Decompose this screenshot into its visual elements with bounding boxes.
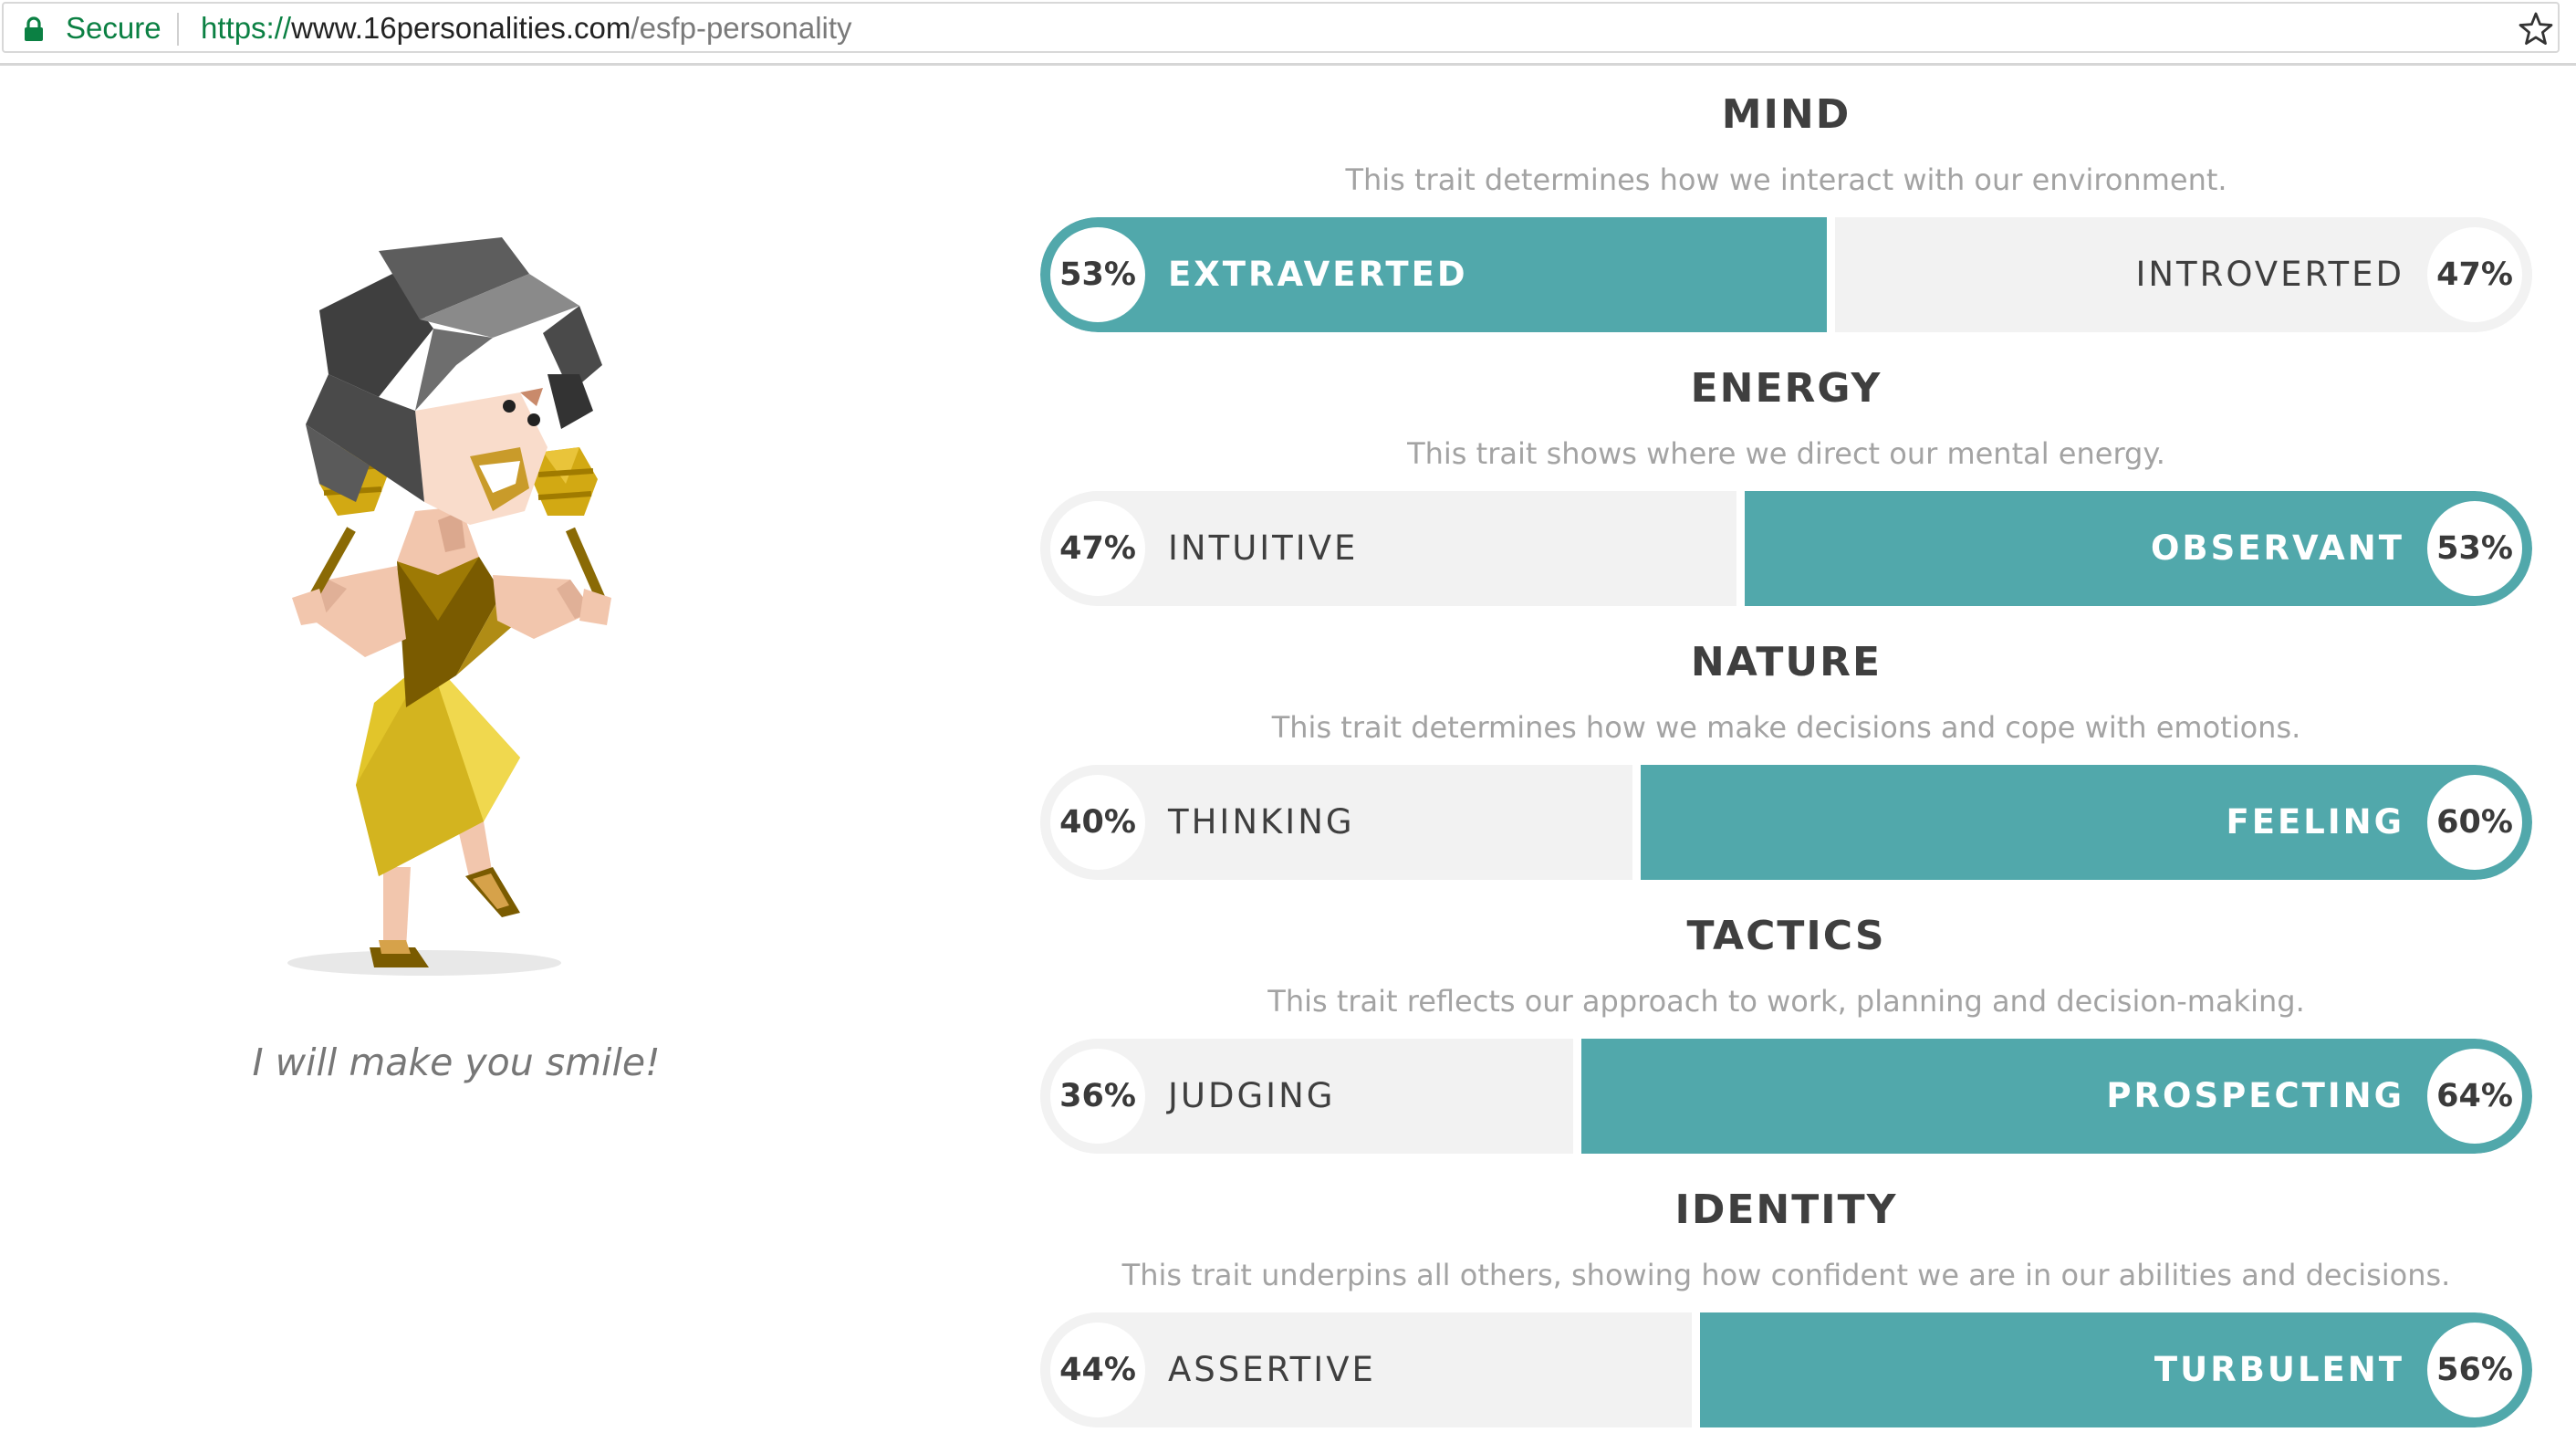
omnibox[interactable]: Secure https://www.16personalities.com/e… (2, 2, 2560, 53)
segment-divider (1573, 1039, 1581, 1154)
trait-description: This trait shows where we direct our men… (1407, 436, 2165, 471)
segment-divider (1736, 491, 1745, 606)
right-percent-badge: 60% (2427, 775, 2522, 870)
trait-description: This trait determines how we interact wi… (1345, 162, 2227, 197)
trait-title: MIND (1721, 91, 1851, 138)
left-trait-label: JUDGING (1168, 1076, 1336, 1115)
left-trait-label: INTUITIVE (1168, 528, 1359, 568)
trait-title: TACTICS (1686, 913, 1886, 959)
trait-bar[interactable]: 47% INTUITIVE OBSERVANT 53% (1040, 491, 2532, 606)
trait-title: ENERGY (1690, 365, 1882, 412)
trait-mind: MIND This trait determines how we intera… (1040, 91, 2537, 365)
trait-title: NATURE (1690, 639, 1882, 685)
address-separator (177, 13, 179, 46)
segment-divider (1827, 217, 1835, 332)
left-percent-badge: 47% (1050, 501, 1145, 596)
url-text[interactable]: https://www.16personalities.com/esfp-per… (201, 11, 852, 46)
url-host: www.16personalities.com (291, 11, 631, 45)
left-trait-label: ASSERTIVE (1168, 1350, 1376, 1389)
character-tagline: I will make you smile! (252, 1040, 661, 1084)
trait-bar[interactable]: 36% JUDGING PROSPECTING 64% (1040, 1039, 2532, 1154)
left-percent-badge: 53% (1050, 227, 1145, 322)
trait-bar[interactable]: 40% THINKING FEELING 60% (1040, 765, 2532, 880)
trait-description: This trait underpins all others, showing… (1121, 1258, 2451, 1292)
left-percent-badge: 40% (1050, 775, 1145, 870)
right-segment (1745, 491, 2532, 606)
trait-bar[interactable]: 53% EXTRAVERTED INTROVERTED 47% (1040, 217, 2532, 332)
left-trait-label: THINKING (1168, 802, 1355, 842)
segment-divider (1692, 1312, 1700, 1427)
right-percent-badge: 56% (2427, 1323, 2522, 1417)
trait-title: IDENTITY (1674, 1187, 1898, 1233)
right-percent-badge: 64% (2427, 1049, 2522, 1144)
left-trait-label: EXTRAVERTED (1168, 255, 1468, 294)
lock-icon[interactable] (24, 16, 44, 42)
left-percent-badge: 44% (1050, 1323, 1145, 1417)
right-trait-label: TURBULENT (2154, 1350, 2404, 1389)
url-path: /esfp-personality (631, 11, 852, 45)
star-icon[interactable] (2518, 11, 2554, 47)
secure-label[interactable]: Secure (66, 11, 162, 46)
trait-tactics: TACTICS This trait reflects our approach… (1040, 913, 2537, 1187)
right-trait-label: PROSPECTING (2106, 1076, 2404, 1115)
right-segment (1700, 1312, 2532, 1427)
right-percent-badge: 47% (2427, 227, 2522, 322)
left-percent-badge: 36% (1050, 1049, 1145, 1144)
right-trait-label: INTROVERTED (2135, 255, 2404, 294)
trait-energy: ENERGY This trait shows where we direct … (1040, 365, 2537, 639)
segment-divider (1632, 765, 1641, 880)
trait-bar[interactable]: 44% ASSERTIVE TURBULENT 56% (1040, 1312, 2532, 1427)
right-trait-label: OBSERVANT (2150, 528, 2404, 568)
trait-description: This trait reflects our approach to work… (1267, 984, 2305, 1019)
right-trait-label: FEELING (2226, 802, 2404, 842)
right-percent-badge: 53% (2427, 501, 2522, 596)
esfp-entertainer-illustration (287, 237, 611, 976)
trait-description: This trait determines how we make decisi… (1271, 710, 2301, 745)
browser-address-bar: Secure https://www.16personalities.com/e… (0, 0, 2576, 66)
trait-nature: NATURE This trait determines how we make… (1040, 639, 2537, 913)
trait-identity: IDENTITY This trait underpins all others… (1040, 1187, 2537, 1443)
url-scheme: https:// (201, 11, 292, 45)
